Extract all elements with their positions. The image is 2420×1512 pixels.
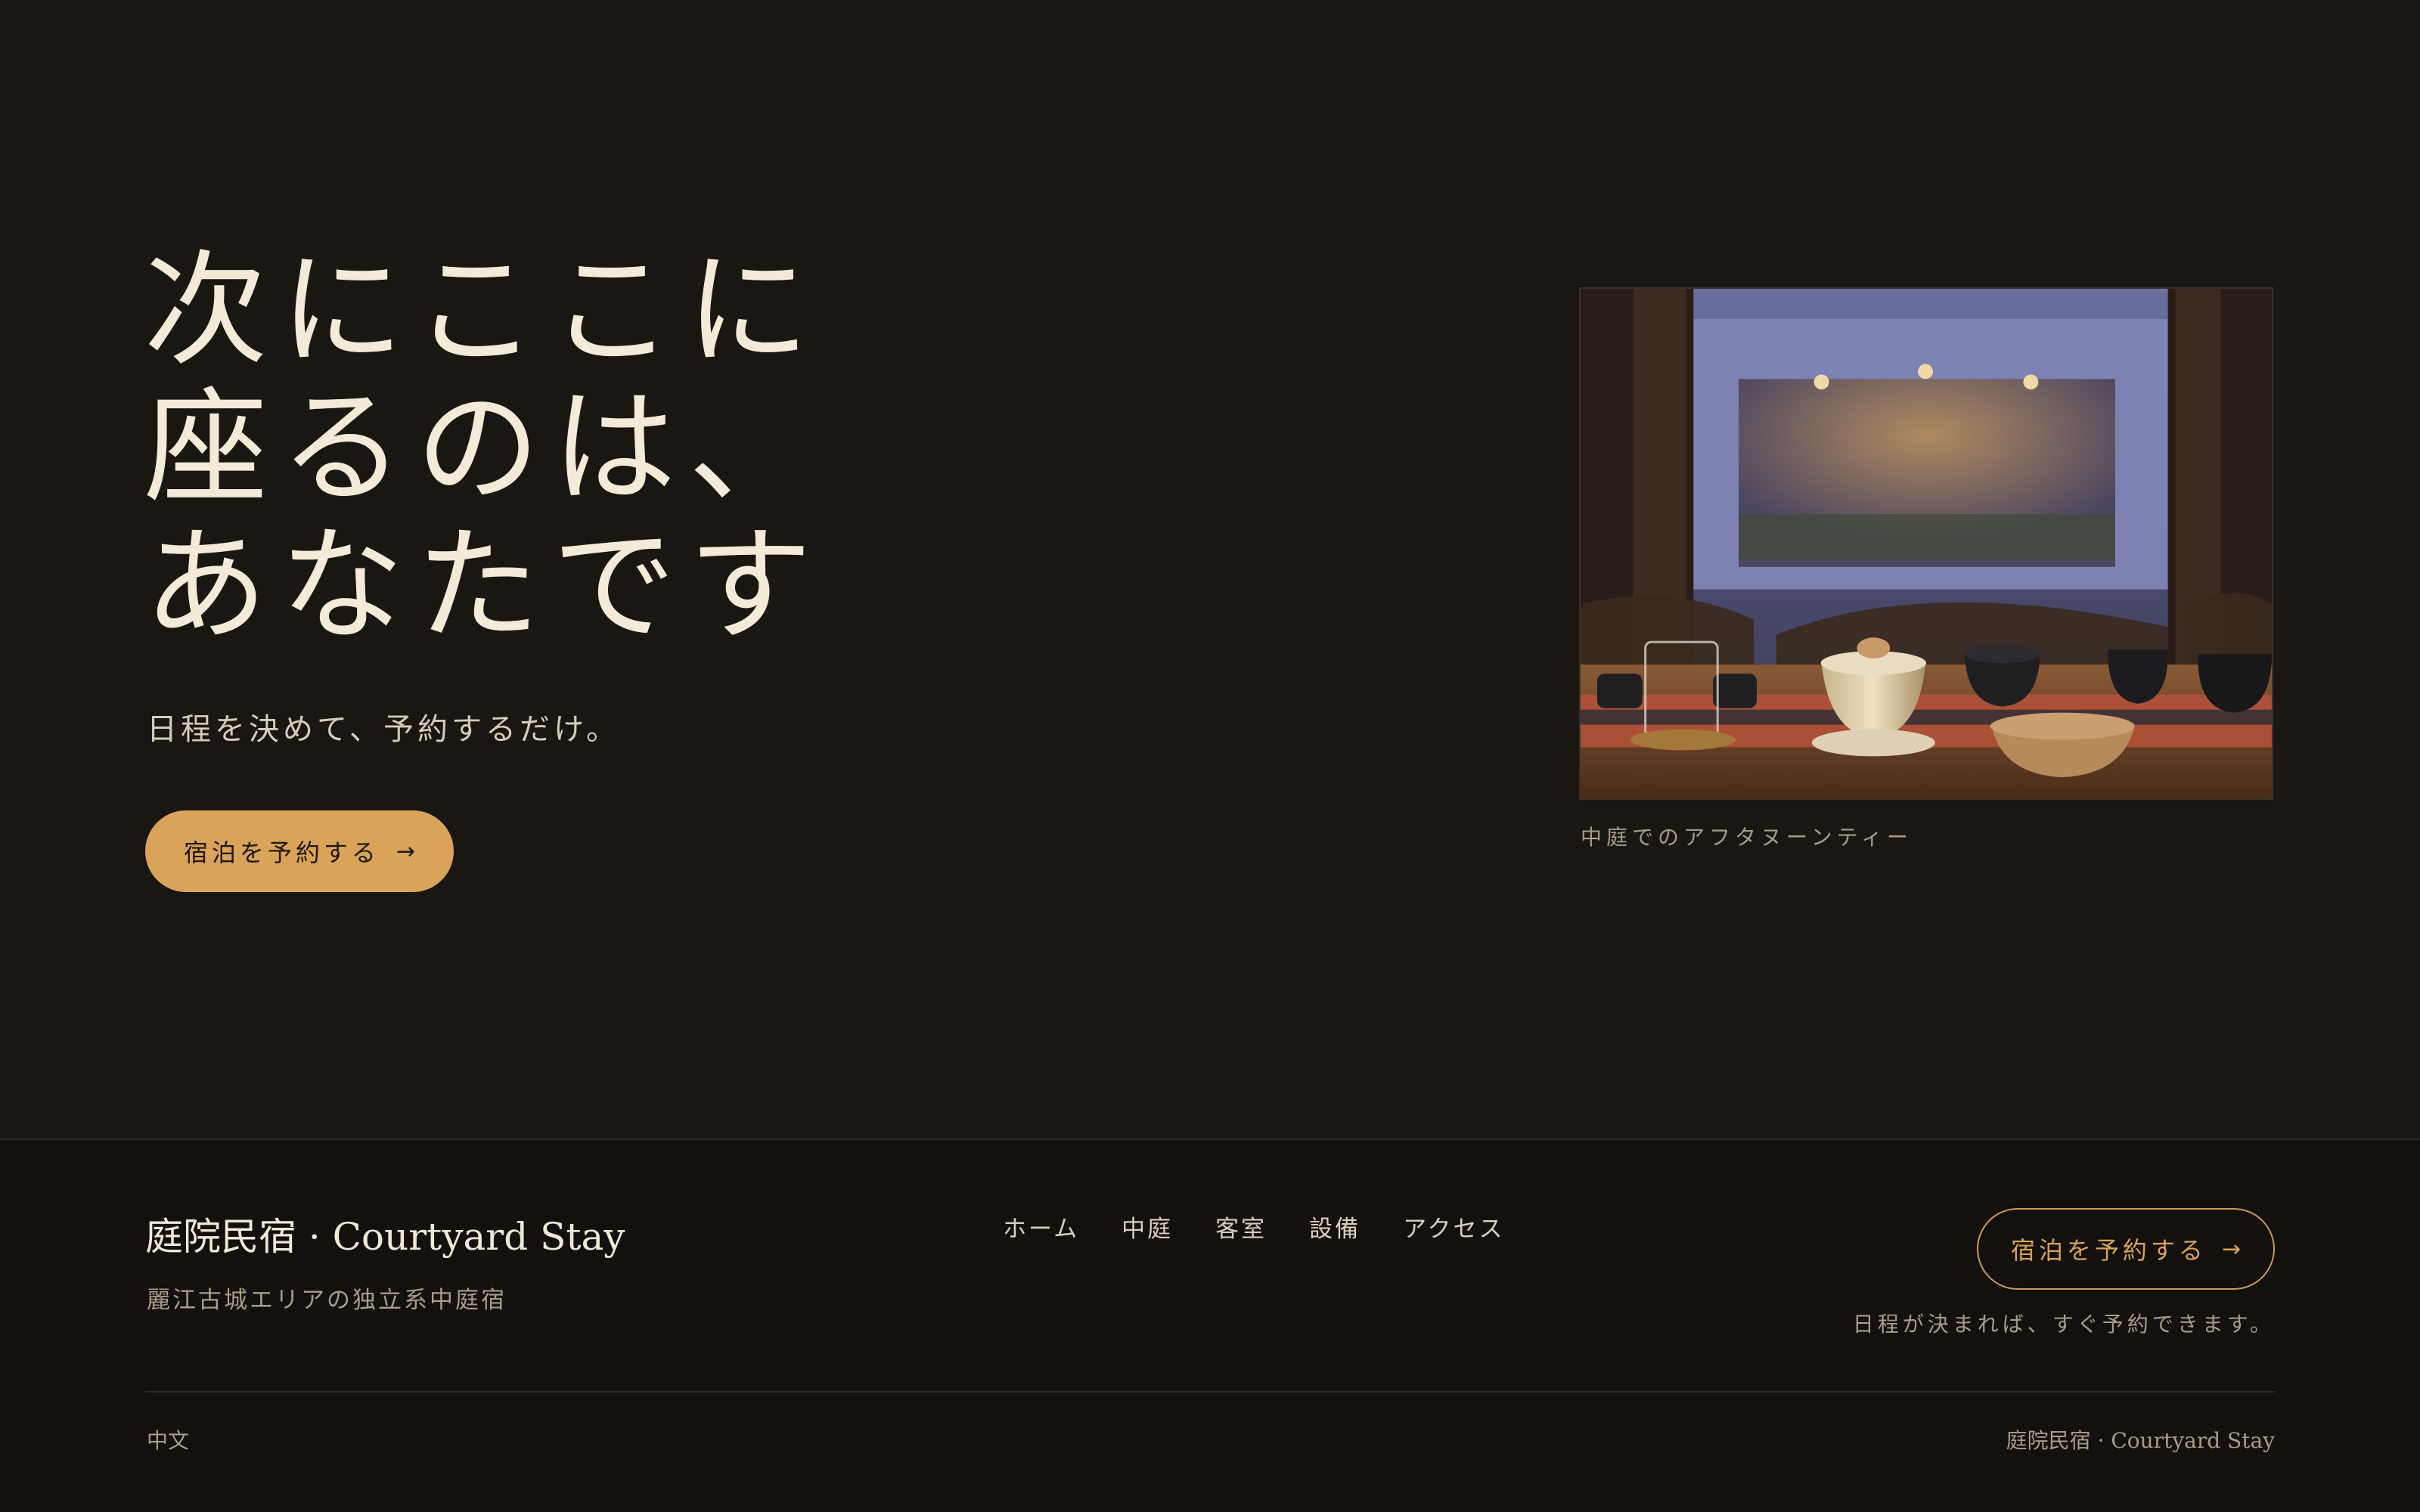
courtyard-tea-photo xyxy=(1579,287,2273,800)
footer-tagline: 麗江古城エリアの独立系中庭宿 xyxy=(147,1287,507,1314)
nav-item-home[interactable]: ホーム xyxy=(1003,1210,1079,1244)
footer-book-stay-button[interactable]: 宿泊を予約する → xyxy=(1977,1208,2275,1290)
language-switch-link[interactable]: 中文 xyxy=(147,1424,189,1455)
arrow-right-icon: → xyxy=(2221,1235,2242,1263)
headline-line-1: 次にここに xyxy=(144,238,822,383)
footer-brand: 庭院民宿 · Courtyard Stay xyxy=(145,1215,625,1259)
hero-section: 次にここに 座るのは、 あなたです 日程を決めて、予約するだけ。 宿泊を予約する… xyxy=(0,0,2420,1139)
nav-item-facilities[interactable]: 設備 xyxy=(1309,1210,1360,1244)
nav-item-courtyard[interactable]: 中庭 xyxy=(1122,1210,1173,1244)
footer-divider xyxy=(145,1391,2275,1393)
hero-subtitle: 日程を決めて、予約するだけ。 xyxy=(147,712,620,747)
photo-caption: 中庭でのアフタヌーンティー xyxy=(1581,825,1913,850)
hero-headline: 次にここに 座るのは、 あなたです xyxy=(144,242,824,655)
headline-line-2: 座るのは、 xyxy=(144,376,825,520)
nav-item-access[interactable]: アクセス xyxy=(1403,1210,1504,1244)
book-stay-button-label: 宿泊を予約する xyxy=(183,838,380,867)
footer-nav: ホーム 中庭 客室 設備 アクセス xyxy=(1003,1210,1505,1244)
book-stay-button[interactable]: 宿泊を予約する → xyxy=(145,810,454,892)
footer-cta-note: 日程が決まれば、すぐ予約できます。 xyxy=(1852,1312,2275,1337)
site-footer: 庭院民宿 · Courtyard Stay 麗江古城エリアの独立系中庭宿 ホーム… xyxy=(0,1139,2420,1512)
nav-item-rooms[interactable]: 客室 xyxy=(1215,1210,1267,1244)
headline-line-3: あなたです xyxy=(144,513,825,658)
footer-book-stay-label: 宿泊を予約する xyxy=(2010,1236,2207,1265)
tea-table-image xyxy=(1581,289,2272,798)
arrow-right-icon: → xyxy=(396,838,416,865)
footer-copyright: 庭院民宿 · Courtyard Stay xyxy=(2006,1428,2275,1453)
